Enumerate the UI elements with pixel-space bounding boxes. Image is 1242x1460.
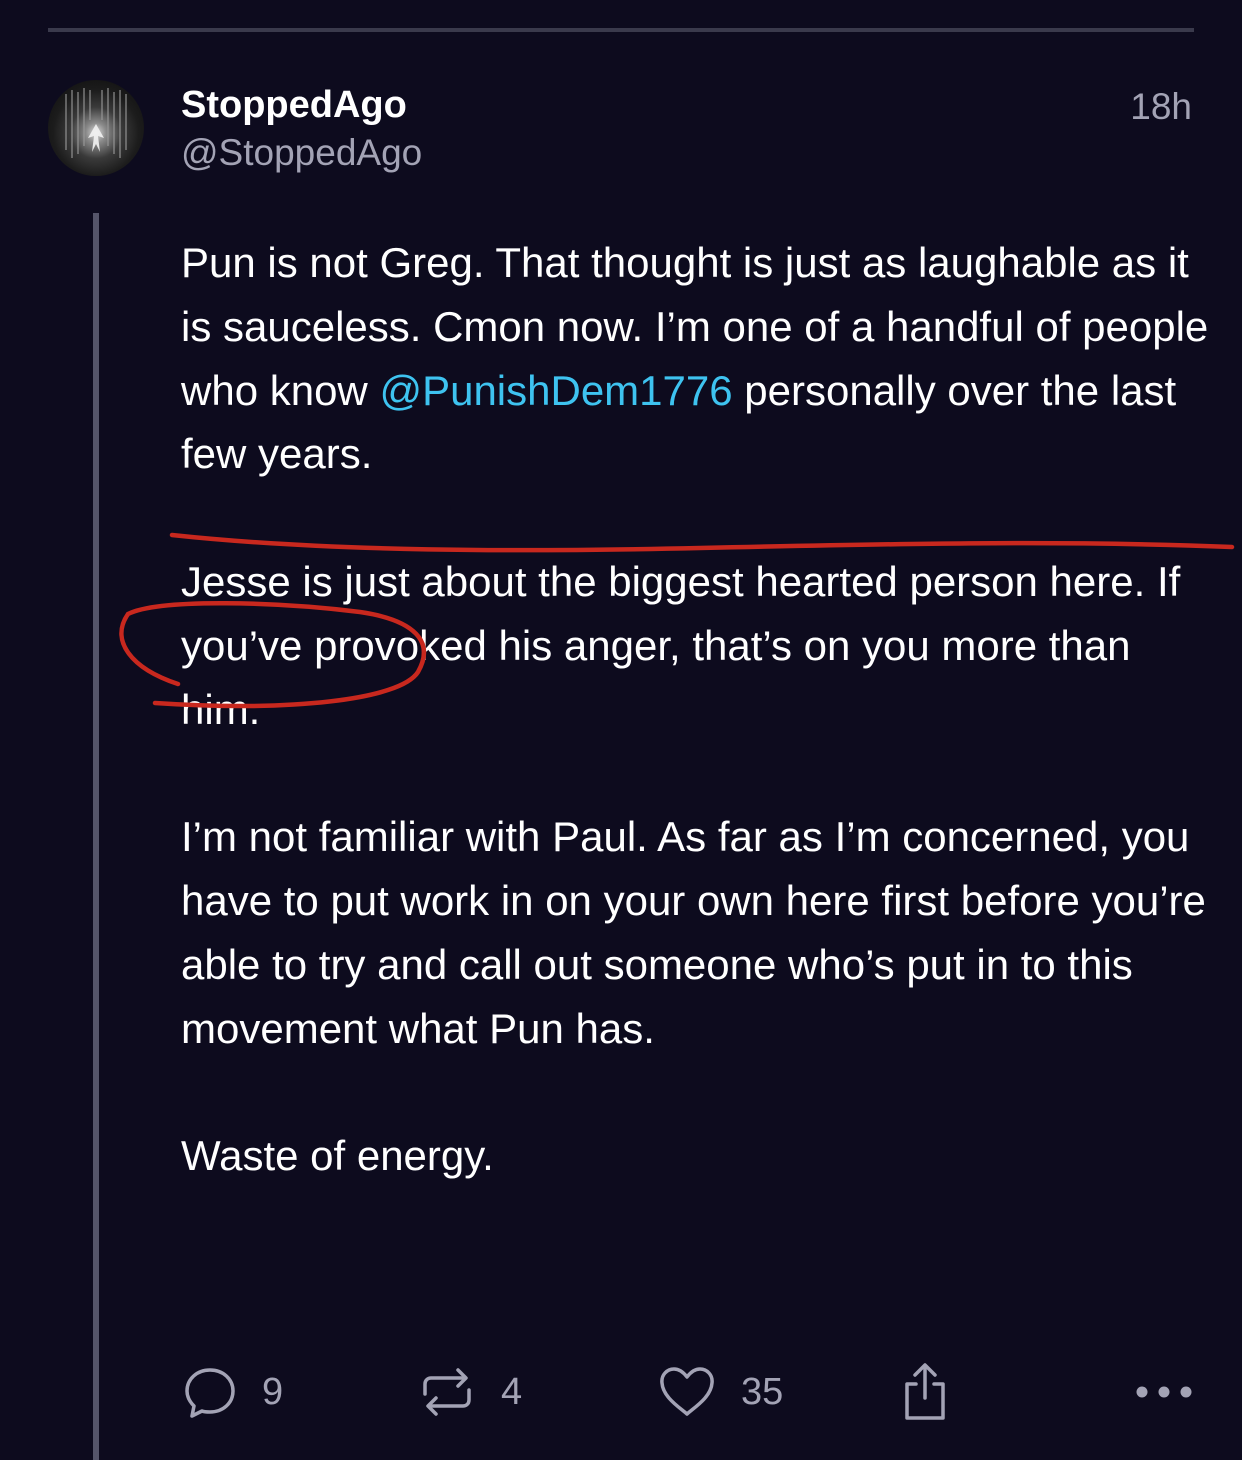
post-paragraph: Waste of energy.	[181, 1132, 494, 1180]
post-timestamp[interactable]: 18h	[1130, 86, 1192, 128]
share-button[interactable]	[900, 1362, 950, 1422]
post-paragraph: Pun is not Greg. That thought is just as…	[181, 231, 1211, 486]
avatar[interactable]	[48, 80, 144, 176]
share-upload-icon	[905, 1363, 945, 1420]
post-body: Pun is not Greg. That thought is just as…	[181, 231, 1211, 1188]
display-name[interactable]: StoppedAgo	[181, 84, 407, 127]
reply-button[interactable]: 9	[182, 1362, 283, 1422]
user-handle[interactable]: @StoppedAgo	[181, 132, 422, 174]
post-paragraph: Jesse is just about the biggest hearted …	[181, 557, 1181, 733]
avatar-image	[65, 88, 127, 158]
thread-line	[93, 213, 99, 1460]
repost-arrows-icon	[423, 1368, 471, 1416]
post-paragraph: I’m not familiar with Paul. As far as I’…	[181, 813, 1206, 1052]
mention-link[interactable]: @PunishDem1776	[379, 367, 732, 414]
more-options-button[interactable]	[1134, 1362, 1194, 1422]
reply-count: 9	[262, 1370, 284, 1413]
speech-bubble-icon	[185, 1368, 235, 1418]
more-dots-icon	[1136, 1386, 1192, 1398]
like-button[interactable]: 35	[657, 1362, 783, 1422]
like-count: 35	[741, 1370, 784, 1413]
repost-button[interactable]: 4	[417, 1362, 522, 1422]
repost-count: 4	[501, 1370, 523, 1413]
heart-icon	[660, 1367, 714, 1416]
top-divider	[48, 28, 1194, 32]
